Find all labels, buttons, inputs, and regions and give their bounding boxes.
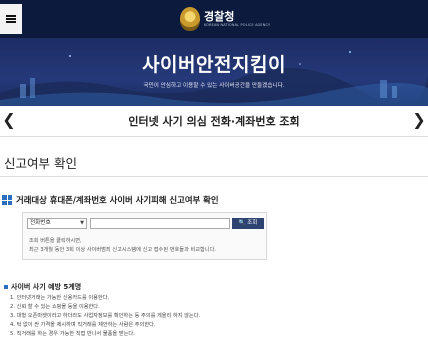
tip-item: 5. 직거래를 하는 경우 가능한 직접 만나서 물품을 받는다. <box>10 331 135 337</box>
search-info-2: 최근 3개월 동안 3회 이상 사이버범죄 신고시스템에 신고 접수된 번호들과… <box>29 247 217 253</box>
search-icon: 🔍 <box>238 220 246 226</box>
divider <box>0 136 428 137</box>
brand-logo[interactable]: 경찰청 KOREAN NATIONAL POLICE AGENCY <box>180 4 270 34</box>
tips-title: 사이버 사기 예방 5계명 <box>11 283 82 291</box>
section-heading: 거래대상 휴대폰/계좌번호 사이버 사기피해 신고여부 확인 <box>2 194 219 206</box>
tip-item: 1. 인터넷거래는 가능한 신용카드를 이용한다. <box>10 295 110 301</box>
brand-subtitle: KOREAN NATIONAL POLICE AGENCY <box>204 22 271 27</box>
hero-title: 사이버안전지킴이 <box>142 54 286 76</box>
page-title: 신고여부 확인 <box>4 156 77 171</box>
divider <box>0 176 428 177</box>
brand-name: 경찰청 <box>204 9 235 23</box>
top-header: 경찰청 KOREAN NATIONAL POLICE AGENCY <box>0 0 428 38</box>
slider-title[interactable]: 인터넷 사기 의심 전화·계좌번호 조회 <box>0 113 428 129</box>
chevron-right-icon[interactable]: ❯ <box>412 110 426 130</box>
grid-icon <box>2 195 12 205</box>
service-slider: ❮ 인터넷 사기 의심 전화·계좌번호 조회 ❯ <box>0 106 428 134</box>
search-type-select[interactable]: 전화번호 ▼ <box>27 218 87 229</box>
bullet-icon <box>4 285 8 289</box>
menu-button[interactable] <box>0 4 22 34</box>
search-panel: 전화번호 ▼ 🔍 조회 조회 버튼을 클릭하시면, 최근 3개월 동안 3회 이… <box>22 212 267 260</box>
tip-item: 2. 신뢰 할 수 있는 쇼핑몰 등을 이용한다. <box>10 304 100 310</box>
tip-item: 3. 대형 오픈마켓이라고 하더라도 사업자정보를 확인하는 등 주의를 게을리… <box>10 313 201 319</box>
search-input[interactable] <box>90 218 230 229</box>
hamburger-icon <box>6 15 16 23</box>
chevron-down-icon: ▼ <box>80 220 84 226</box>
section-title: 거래대상 휴대폰/계좌번호 사이버 사기피해 신고여부 확인 <box>16 195 219 205</box>
search-button[interactable]: 🔍 조회 <box>232 218 264 229</box>
police-emblem-icon <box>180 7 200 31</box>
search-button-label: 조회 <box>247 220 258 226</box>
search-type-value: 전화번호 <box>30 220 51 226</box>
tips-heading: 사이버 사기 예방 5계명 <box>4 282 81 292</box>
page: 경찰청 KOREAN NATIONAL POLICE AGENCY 사이버안전지… <box>0 0 428 360</box>
hero-subtitle: 국민이 안심하고 이용할 수 있는 사이버공간을 만들겠습니다. <box>143 83 285 89</box>
hero-banner: 사이버안전지킴이 국민이 안심하고 이용할 수 있는 사이버공간을 만들겠습니다… <box>0 38 428 106</box>
search-info-1: 조회 버튼을 클릭하시면, <box>29 238 82 244</box>
tip-item: 4. 턱 없이 싼 가격을 제시하며 직거래를 제안하는 사람은 주의한다. <box>10 322 156 328</box>
